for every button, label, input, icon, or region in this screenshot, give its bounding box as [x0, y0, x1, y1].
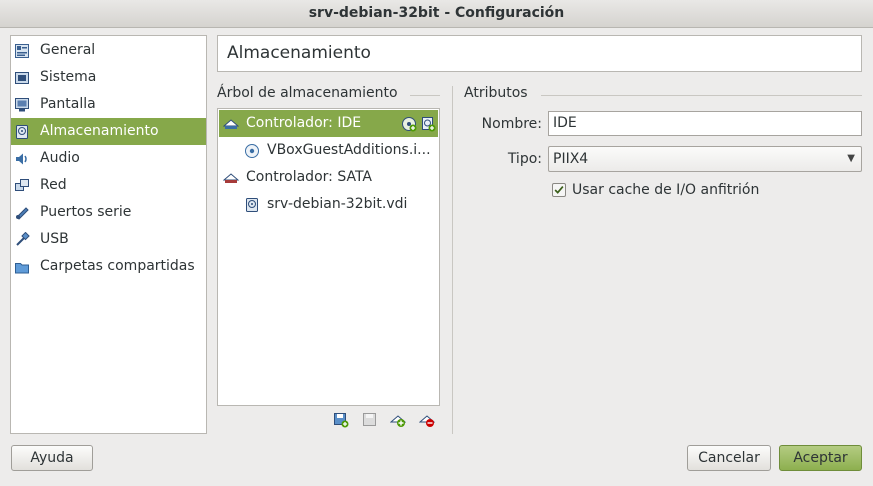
sidebar-item-label: Almacenamiento — [40, 123, 159, 139]
sidebar-item-display[interactable]: Pantalla — [11, 91, 206, 118]
name-label: Nombre: — [481, 116, 542, 132]
system-icon — [15, 72, 29, 84]
shared-folders-icon — [15, 263, 29, 274]
name-field[interactable]: IDE — [548, 111, 862, 136]
chevron-down-icon: ▼ — [847, 153, 855, 164]
sidebar-item-audio[interactable]: Audio — [11, 145, 206, 172]
type-label: Tipo: — [507, 151, 542, 167]
storage-tree[interactable]: Controlador: IDE VBoxGuestAdditions.i...… — [217, 108, 440, 406]
tree-item-hard-disk[interactable]: srv-debian-32bit.vdi — [219, 191, 438, 218]
usb-icon — [16, 232, 30, 246]
sidebar-item-label: General — [40, 42, 96, 58]
hard-disk-icon — [246, 198, 258, 212]
host-io-cache-label: Usar cache de I/O anfitrión — [572, 182, 760, 198]
sidebar-item-label: Audio — [40, 150, 80, 166]
attributes-divider — [541, 95, 862, 96]
sidebar-item-label: Sistema — [40, 69, 97, 85]
sidebar-item-general[interactable]: General — [11, 37, 206, 64]
sidebar-item-storage[interactable]: Almacenamiento — [11, 118, 206, 145]
add-hard-disk-icon[interactable] — [420, 116, 436, 132]
sidebar-item-label: Puertos serie — [40, 204, 132, 220]
add-cd-icon[interactable] — [401, 116, 417, 132]
add-controller-icon[interactable] — [333, 412, 349, 428]
help-button[interactable]: Ayuda — [11, 445, 93, 471]
sidebar-item-usb[interactable]: USB — [11, 226, 206, 253]
sidebar-item-shared-folders[interactable]: Carpetas compartidas — [11, 253, 206, 280]
tree-item-ide-controller[interactable]: Controlador: IDE — [219, 110, 438, 137]
tree-item-sata-controller[interactable]: Controlador: SATA — [219, 164, 438, 191]
sidebar-item-label: Carpetas compartidas — [40, 258, 195, 274]
storage-tree-label: Árbol de almacenamiento — [217, 85, 398, 101]
accept-button[interactable]: Aceptar — [779, 445, 862, 471]
serial-ports-icon — [16, 207, 29, 220]
checkmark-icon — [554, 186, 564, 194]
general-icon — [15, 44, 29, 58]
optical-disc-icon — [245, 144, 259, 158]
sidebar-item-serial-ports[interactable]: Puertos serie — [11, 199, 206, 226]
sata-controller-icon — [223, 173, 239, 183]
tree-item-label: srv-debian-32bit.vdi — [267, 196, 408, 212]
storage-tree-divider — [410, 95, 440, 96]
tree-item-label: Controlador: SATA — [246, 169, 372, 185]
window-title: srv-debian-32bit - Configuración — [0, 0, 873, 28]
sidebar-item-system[interactable]: Sistema — [11, 64, 206, 91]
page-title: Almacenamiento — [217, 35, 862, 72]
host-io-cache-checkbox[interactable] — [552, 183, 566, 197]
network-icon — [15, 179, 29, 191]
sidebar-item-label: USB — [40, 231, 69, 247]
attributes-label: Atributos — [464, 85, 528, 101]
audio-icon — [16, 153, 27, 165]
tree-item-label: Controlador: IDE — [246, 115, 362, 131]
ide-controller-icon — [223, 119, 239, 129]
type-select-value: PIIX4 — [553, 151, 589, 167]
settings-sidebar: General Sistema Pantalla Almacenamiento … — [10, 35, 207, 434]
remove-attachment-icon[interactable] — [419, 412, 435, 428]
sidebar-item-label: Red — [40, 177, 67, 193]
type-select[interactable]: PIIX4 ▼ — [548, 146, 862, 172]
cancel-button[interactable]: Cancelar — [687, 445, 771, 471]
add-attachment-icon[interactable] — [390, 412, 406, 428]
display-icon — [15, 98, 29, 112]
tree-item-optical-disc[interactable]: VBoxGuestAdditions.i... — [219, 137, 438, 164]
sidebar-item-network[interactable]: Red — [11, 172, 206, 199]
remove-controller-icon[interactable] — [362, 412, 378, 428]
tree-item-label: VBoxGuestAdditions.i... — [267, 142, 431, 158]
storage-icon — [16, 125, 28, 139]
sidebar-item-label: Pantalla — [40, 96, 96, 112]
panel-divider — [452, 86, 453, 434]
